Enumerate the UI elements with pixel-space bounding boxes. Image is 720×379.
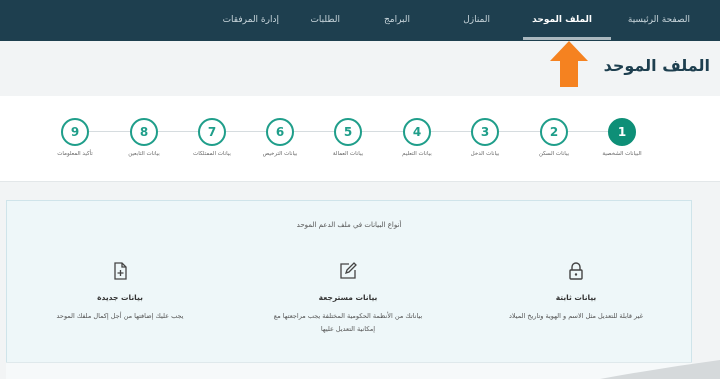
panel-title: أنواع البيانات في ملف الدعم الموحد — [296, 221, 402, 229]
column-desc: يجب عليك إضافتها من أجل إكمال ملفك الموح… — [56, 312, 184, 320]
step-license[interactable]: 6 بيانات الترخيص — [245, 118, 315, 157]
step-label: تأكيد المعلومات — [57, 151, 93, 157]
step-label: بيانات العمالة — [332, 151, 364, 157]
step-label: بيانات السكن — [538, 151, 570, 157]
column-title: بيانات جديدة — [97, 293, 143, 302]
column-title: بيانات ثابتة — [555, 293, 597, 302]
step-label: بيانات الممتلكات — [193, 151, 231, 157]
step-number: 8 — [130, 118, 158, 146]
new-file-icon — [114, 262, 127, 280]
retrieved-data-column: بيانات مسترجعة بياناتك من الأنظمة الحكوم… — [233, 261, 463, 336]
nav-attachments[interactable]: إدارة المرفقات — [223, 0, 279, 41]
step-personal[interactable]: 1 البيانات الشخصية — [587, 118, 657, 157]
nav-programs[interactable]: البرامج — [384, 0, 410, 41]
page-title: الملف الموحد — [603, 56, 710, 75]
step-number: 5 — [334, 118, 362, 146]
step-number: 9 — [61, 118, 89, 146]
column-desc: بياناتك من الأنظمة الحكومية المختلفة يجب… — [273, 312, 423, 333]
step-number: 4 — [403, 118, 431, 146]
panel-footer — [6, 362, 692, 379]
step-number: 3 — [471, 118, 499, 146]
nav-unified-file[interactable]: الملف الموحد — [532, 0, 592, 41]
step-property[interactable]: 7 بيانات الممتلكات — [177, 118, 247, 157]
step-label: بيانات التابعين — [128, 151, 160, 157]
active-nav-indicator — [523, 37, 611, 40]
step-education[interactable]: 4 بيانات التعليم — [382, 118, 452, 157]
step-number: 6 — [266, 118, 294, 146]
step-label: البيانات الشخصية — [602, 151, 642, 157]
column-title: بيانات مسترجعة — [318, 293, 378, 302]
top-navbar: الصفحة الرئيسية الملف الموحد المنازل الب… — [0, 0, 720, 41]
step-confirm[interactable]: 9 تأكيد المعلومات — [40, 118, 110, 157]
step-label: بيانات الدخل — [470, 151, 500, 157]
step-housing[interactable]: 2 بيانات السكن — [519, 118, 589, 157]
nav-home[interactable]: الصفحة الرئيسية — [628, 0, 690, 41]
lock-icon — [569, 262, 583, 280]
edit-icon — [340, 262, 357, 279]
step-dependents[interactable]: 8 بيانات التابعين — [109, 118, 179, 157]
new-data-column: بيانات جديدة يجب عليك إضافتها من أجل إكم… — [5, 261, 235, 323]
nav-homes[interactable]: المنازل — [463, 0, 490, 41]
nav-requests[interactable]: الطلبات — [310, 0, 340, 41]
pointer-arrow-icon — [550, 41, 588, 87]
step-label: بيانات التعليم — [402, 151, 432, 157]
step-number: 7 — [198, 118, 226, 146]
fixed-data-column: بيانات ثابتة غير قابلة للتعديل مثل الاسم… — [461, 261, 691, 323]
column-desc: غير قابلة للتعديل مثل الاسم و الهوية وتا… — [509, 312, 643, 320]
step-employment[interactable]: 5 بيانات العمالة — [313, 118, 383, 157]
page-curl-shadow — [600, 360, 720, 379]
step-label: بيانات الترخيص — [262, 151, 298, 157]
step-number: 1 — [608, 118, 636, 146]
step-income[interactable]: 3 بيانات الدخل — [450, 118, 520, 157]
data-types-panel: أنواع البيانات في ملف الدعم الموحد بيانا… — [6, 200, 692, 379]
step-number: 2 — [540, 118, 568, 146]
